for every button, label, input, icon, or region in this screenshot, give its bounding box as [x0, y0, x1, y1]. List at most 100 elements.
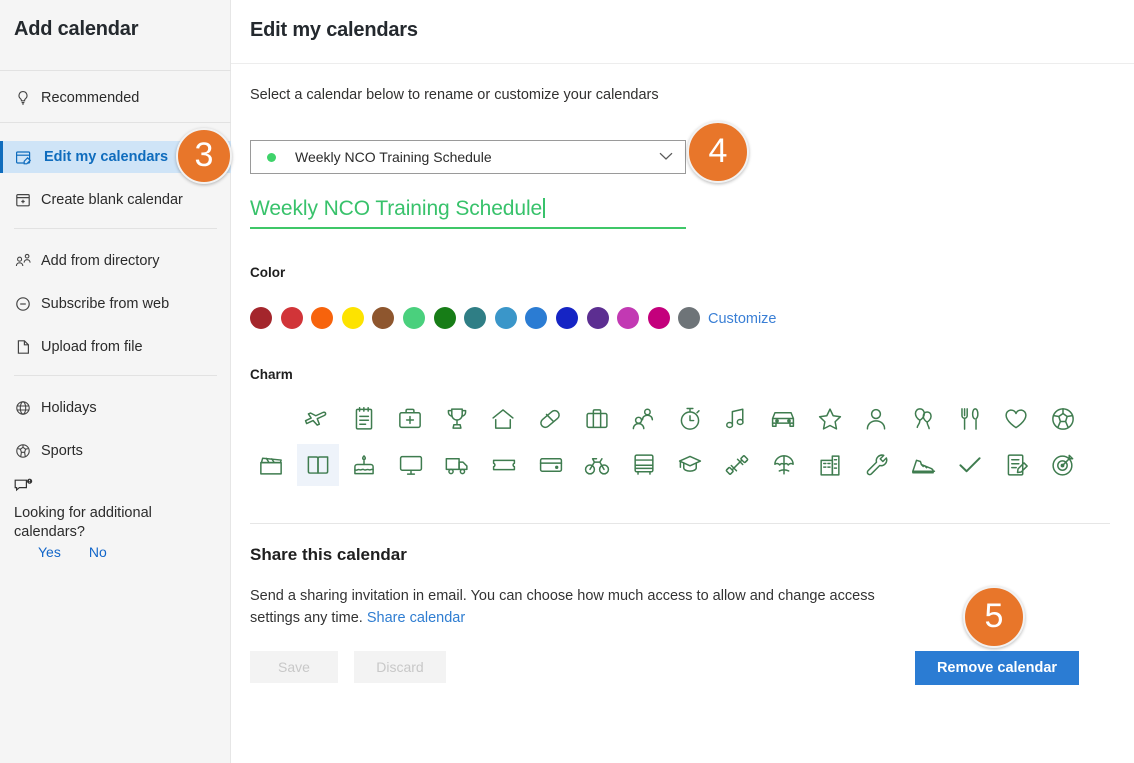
- add-calendar-dialog: Add calendar Recommended Edit my calenda…: [0, 0, 1134, 763]
- sidebar-item-label: Recommended: [41, 90, 140, 106]
- note-edit-icon[interactable]: [996, 444, 1038, 486]
- sidebar-divider-1: [0, 122, 231, 123]
- calendar-select-value: Weekly NCO Training Schedule: [295, 149, 492, 165]
- feedback-bubble-icon: [14, 478, 34, 500]
- color-swatch[interactable]: [250, 307, 272, 329]
- sidebar-title: Add calendar: [14, 18, 139, 40]
- sidebar-item-upload-from-file[interactable]: Upload from file: [0, 331, 231, 363]
- color-swatch[interactable]: [525, 307, 548, 329]
- calendar-select-dropdown[interactable]: Weekly NCO Training Schedule: [250, 140, 686, 174]
- feedback-yes-link[interactable]: Yes: [38, 544, 61, 560]
- calendar-name-value: Weekly NCO Training Schedule: [250, 197, 543, 220]
- share-section-title: Share this calendar: [250, 545, 407, 564]
- clapperboard-icon[interactable]: [250, 444, 292, 486]
- notepad-icon[interactable]: [343, 398, 385, 440]
- color-swatch[interactable]: [464, 307, 487, 329]
- color-section-heading: Color: [250, 265, 286, 280]
- feedback-links: Yes No: [14, 544, 224, 560]
- beach-umbrella-icon[interactable]: [763, 444, 805, 486]
- share-desc-text: Send a sharing invitation in email. You …: [250, 588, 875, 626]
- color-swatch[interactable]: [341, 307, 364, 329]
- calendar-color-dot: [267, 152, 276, 162]
- briefcase-icon[interactable]: [576, 398, 618, 440]
- sidebar-item-label: Add from directory: [41, 253, 160, 269]
- lightbulb-icon: [14, 89, 32, 107]
- balloons-icon[interactable]: [902, 398, 944, 440]
- step-badge-3: 3: [176, 128, 232, 184]
- cutlery-icon[interactable]: [948, 398, 990, 440]
- sidebar-item-label: Sports: [41, 443, 83, 459]
- people-icon[interactable]: [622, 398, 664, 440]
- globe-icon: [14, 399, 32, 417]
- save-button[interactable]: Save: [250, 651, 338, 683]
- calendar-name-input[interactable]: Weekly NCO Training Schedule: [250, 197, 686, 229]
- home-icon[interactable]: [482, 398, 524, 440]
- color-swatch[interactable]: [280, 307, 303, 329]
- chevron-down-icon: [659, 148, 673, 166]
- sidebar-item-sports[interactable]: Sports: [0, 435, 231, 467]
- sidebar-item-create-blank-calendar[interactable]: Create blank calendar: [0, 184, 231, 216]
- sports-ball-icon: [14, 442, 32, 460]
- color-swatch[interactable]: [433, 307, 456, 329]
- book-icon[interactable]: [296, 444, 339, 486]
- monitor-icon[interactable]: [390, 444, 432, 486]
- sidebar-item-holidays[interactable]: Holidays: [0, 392, 231, 424]
- sidebar: Add calendar Recommended Edit my calenda…: [0, 0, 231, 763]
- building-icon[interactable]: [809, 444, 851, 486]
- color-swatch[interactable]: [372, 307, 395, 329]
- color-swatch[interactable]: [556, 307, 578, 329]
- file-upload-icon: [14, 338, 32, 356]
- feedback-no-link[interactable]: No: [89, 544, 107, 560]
- color-swatch[interactable]: [647, 307, 670, 329]
- sidebar-item-label: Holidays: [41, 400, 97, 416]
- airplane-icon[interactable]: [296, 398, 338, 440]
- stopwatch-icon[interactable]: [669, 398, 711, 440]
- page-title: Edit my calendars: [250, 19, 418, 41]
- dumbbell-icon[interactable]: [716, 444, 758, 486]
- star-icon[interactable]: [809, 398, 851, 440]
- birthday-cake-icon[interactable]: [343, 444, 385, 486]
- graduation-cap-icon[interactable]: [669, 444, 711, 486]
- share-calendar-link[interactable]: Share calendar: [367, 610, 465, 626]
- customize-color-link[interactable]: Customize: [708, 311, 777, 327]
- first-aid-kit-icon[interactable]: [389, 398, 431, 440]
- soccer-ball-icon[interactable]: [1042, 398, 1084, 440]
- ticket-icon[interactable]: [483, 444, 525, 486]
- car-icon[interactable]: [762, 398, 804, 440]
- pill-icon[interactable]: [529, 398, 571, 440]
- person-add-icon: [14, 252, 32, 270]
- trophy-icon[interactable]: [436, 398, 478, 440]
- wrench-icon[interactable]: [856, 444, 898, 486]
- color-swatch[interactable]: [403, 307, 425, 329]
- discard-button[interactable]: Discard: [354, 651, 446, 683]
- music-note-icon[interactable]: [715, 398, 757, 440]
- sidebar-item-recommended[interactable]: Recommended: [0, 82, 231, 114]
- sidebar-divider-2: [14, 228, 217, 229]
- sidebar-item-label: Upload from file: [41, 339, 143, 355]
- share-section-description: Send a sharing invitation in email. You …: [250, 585, 910, 629]
- sidebar-item-subscribe-from-web[interactable]: Subscribe from web: [0, 288, 231, 320]
- checkmark-icon[interactable]: [949, 444, 991, 486]
- step-badge-4: 4: [687, 121, 749, 183]
- target-icon[interactable]: [1042, 444, 1084, 486]
- color-swatch[interactable]: [494, 307, 517, 329]
- color-swatch[interactable]: [617, 307, 640, 329]
- truck-icon[interactable]: [436, 444, 478, 486]
- remove-calendar-button[interactable]: Remove calendar: [915, 651, 1079, 685]
- color-swatch[interactable]: [586, 307, 609, 329]
- sidebar-item-label: Create blank calendar: [41, 192, 183, 208]
- bus-icon[interactable]: [623, 444, 665, 486]
- feedback-question: Looking for additional calendars?: [14, 505, 152, 540]
- wallet-icon[interactable]: [530, 444, 572, 486]
- intro-text: Select a calendar below to rename or cus…: [250, 87, 659, 103]
- sneaker-icon[interactable]: [902, 444, 944, 486]
- bicycle-icon[interactable]: [576, 444, 618, 486]
- edit-calendar-icon: [14, 148, 32, 166]
- sidebar-item-add-from-directory[interactable]: Add from directory: [0, 245, 231, 277]
- color-swatch[interactable]: [678, 307, 701, 329]
- heart-icon[interactable]: [995, 398, 1037, 440]
- color-swatch[interactable]: [311, 307, 334, 329]
- person-icon[interactable]: [855, 398, 897, 440]
- sidebar-divider-3: [14, 375, 217, 376]
- sidebar-item-label: Subscribe from web: [41, 296, 170, 312]
